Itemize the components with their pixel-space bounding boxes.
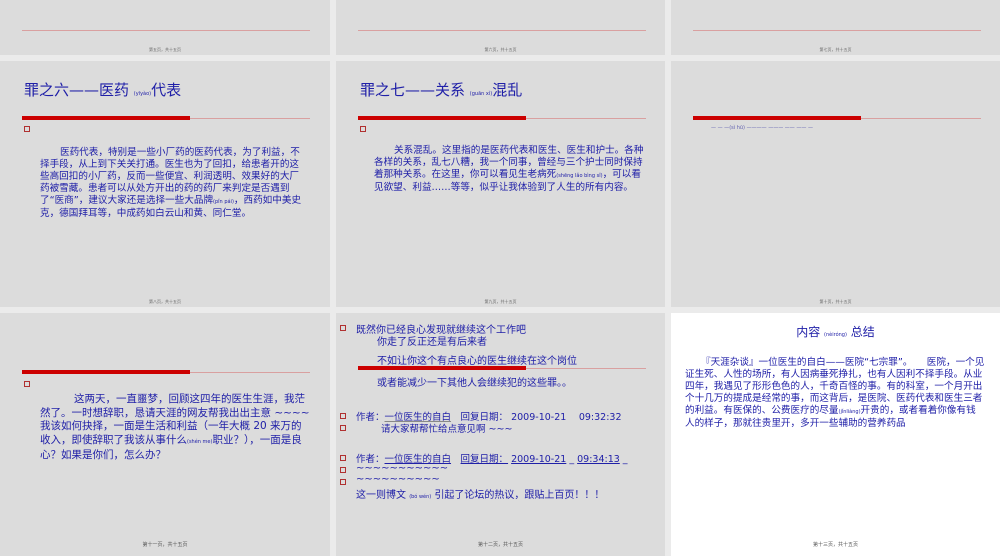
comment: 请大家帮帮忙给点意见啊 ~~~ (381, 424, 513, 435)
pinyin: (yīyào) (133, 91, 152, 97)
bullet-icon (24, 381, 30, 387)
reply-date-link[interactable]: 回复日期： (461, 454, 509, 465)
slide-3[interactable]: 第七页，共十五页 (671, 0, 1000, 55)
accent-bar (358, 116, 526, 120)
text-line: 这一则博文 (bó wén) 引起了论坛的热议，跟贴上百页！！！ (356, 490, 605, 501)
page-footer: 第十三页，共十五页 (812, 542, 858, 548)
accent-bar (22, 370, 190, 374)
accent-bar (22, 116, 190, 120)
text-line: 不如让你这个有点良心的医生继续在这个岗位 (377, 356, 577, 367)
page-footer: 第七页，共十五页 (819, 47, 852, 52)
title-text: 代表 (151, 81, 182, 99)
text-line: ~~~~~~~~~~~ (356, 463, 449, 474)
slide-7[interactable]: 这两天，一直噩梦，回顾这四年的医生生涯，我茫然了。一时想辞职，恳请天涯的网友帮我… (0, 313, 330, 556)
date-link[interactable]: 2009-10-21 (511, 454, 566, 465)
divider (358, 30, 646, 31)
divider (693, 30, 981, 31)
divider (22, 30, 310, 31)
slide-4[interactable]: 罪之六——医药 (yīyào)代表 医药代表，特别是一些小厂药的医药代表，为了利… (0, 61, 330, 307)
slide-body: 医药代表，特别是一些小厂药的医药代表，为了利益，不择手段，从上到下关关打通。医生… (40, 147, 302, 219)
slide-body: 这两天，一直噩梦，回顾这四年的医生生涯，我茫然了。一时想辞职，恳请天涯的网友帮我… (40, 393, 310, 461)
slide-title: 罪之六——医药 (yīyào)代表 (24, 79, 181, 100)
bullet-icon (340, 325, 346, 331)
slide-body: 『天涯杂谈』一位医生的自白——医院“七宗罪”。 医院，一个见证生死、人性的场所，… (685, 357, 985, 429)
slide-body: 关系混乱。这里指的是医药代表和医生、医生和护士。各种各样的关系，乱七八糟，我一个… (374, 145, 644, 193)
faint-text: — — —(sì hū) ———— ——— —— —— — (711, 125, 813, 131)
page-footer: 第六页，共十五页 (484, 47, 517, 52)
slide-title: 内容 (nèiróng) 总结 (796, 325, 875, 339)
slide-8[interactable]: 既然你已经良心发现就继续这个工作吧 你走了反正还是有后来者 不如让你这个有点良心… (336, 313, 665, 556)
bullet-icon (340, 413, 346, 419)
text-line: ~~~~~~~~~~ (356, 474, 440, 485)
time-link[interactable]: 09:34:13 (577, 454, 620, 465)
page-footer: 第八页，共十五页 (149, 299, 181, 304)
page-footer: 第十页，共十五页 (819, 299, 852, 304)
text-line: 或者能减少一下其他人会继续犯的这些罪。。 (377, 378, 572, 389)
text-line: 你走了反正还是有后来者 (377, 337, 487, 348)
bullet-icon (340, 425, 346, 431)
title-text: 罪之六——医药 (24, 81, 130, 99)
bullet-icon (340, 455, 346, 461)
slide-5[interactable]: 罪之七——关系 (guān xì)混乱 关系混乱。这里指的是医药代表和医生、医生… (336, 61, 665, 307)
bullet-icon (340, 467, 346, 473)
slide-9[interactable]: 内容 (nèiróng) 总结 『天涯杂谈』一位医生的自白——医院“七宗罪”。 … (671, 313, 1000, 556)
bullet-icon (340, 479, 346, 485)
slide-1[interactable]: 第五页，共十五页 (0, 0, 330, 55)
page-footer: 第十二页，共十五页 (477, 542, 523, 548)
accent-bar (358, 366, 526, 370)
slide-2[interactable]: 第六页，共十五页 (336, 0, 665, 55)
slide-title: 罪之七——关系 (guān xì)混乱 (360, 81, 523, 99)
page-footer: 第五页，共十五页 (149, 47, 181, 52)
accent-bar (693, 116, 861, 120)
page-footer: 第十一页，共十五页 (142, 542, 188, 548)
slide-6[interactable]: — — —(sì hū) ———— ——— —— —— — 第十页，共十五页 (671, 61, 1000, 307)
bullet-icon (360, 126, 366, 132)
bullet-icon (24, 126, 30, 132)
page-footer: 第九页，共十五页 (484, 299, 517, 304)
